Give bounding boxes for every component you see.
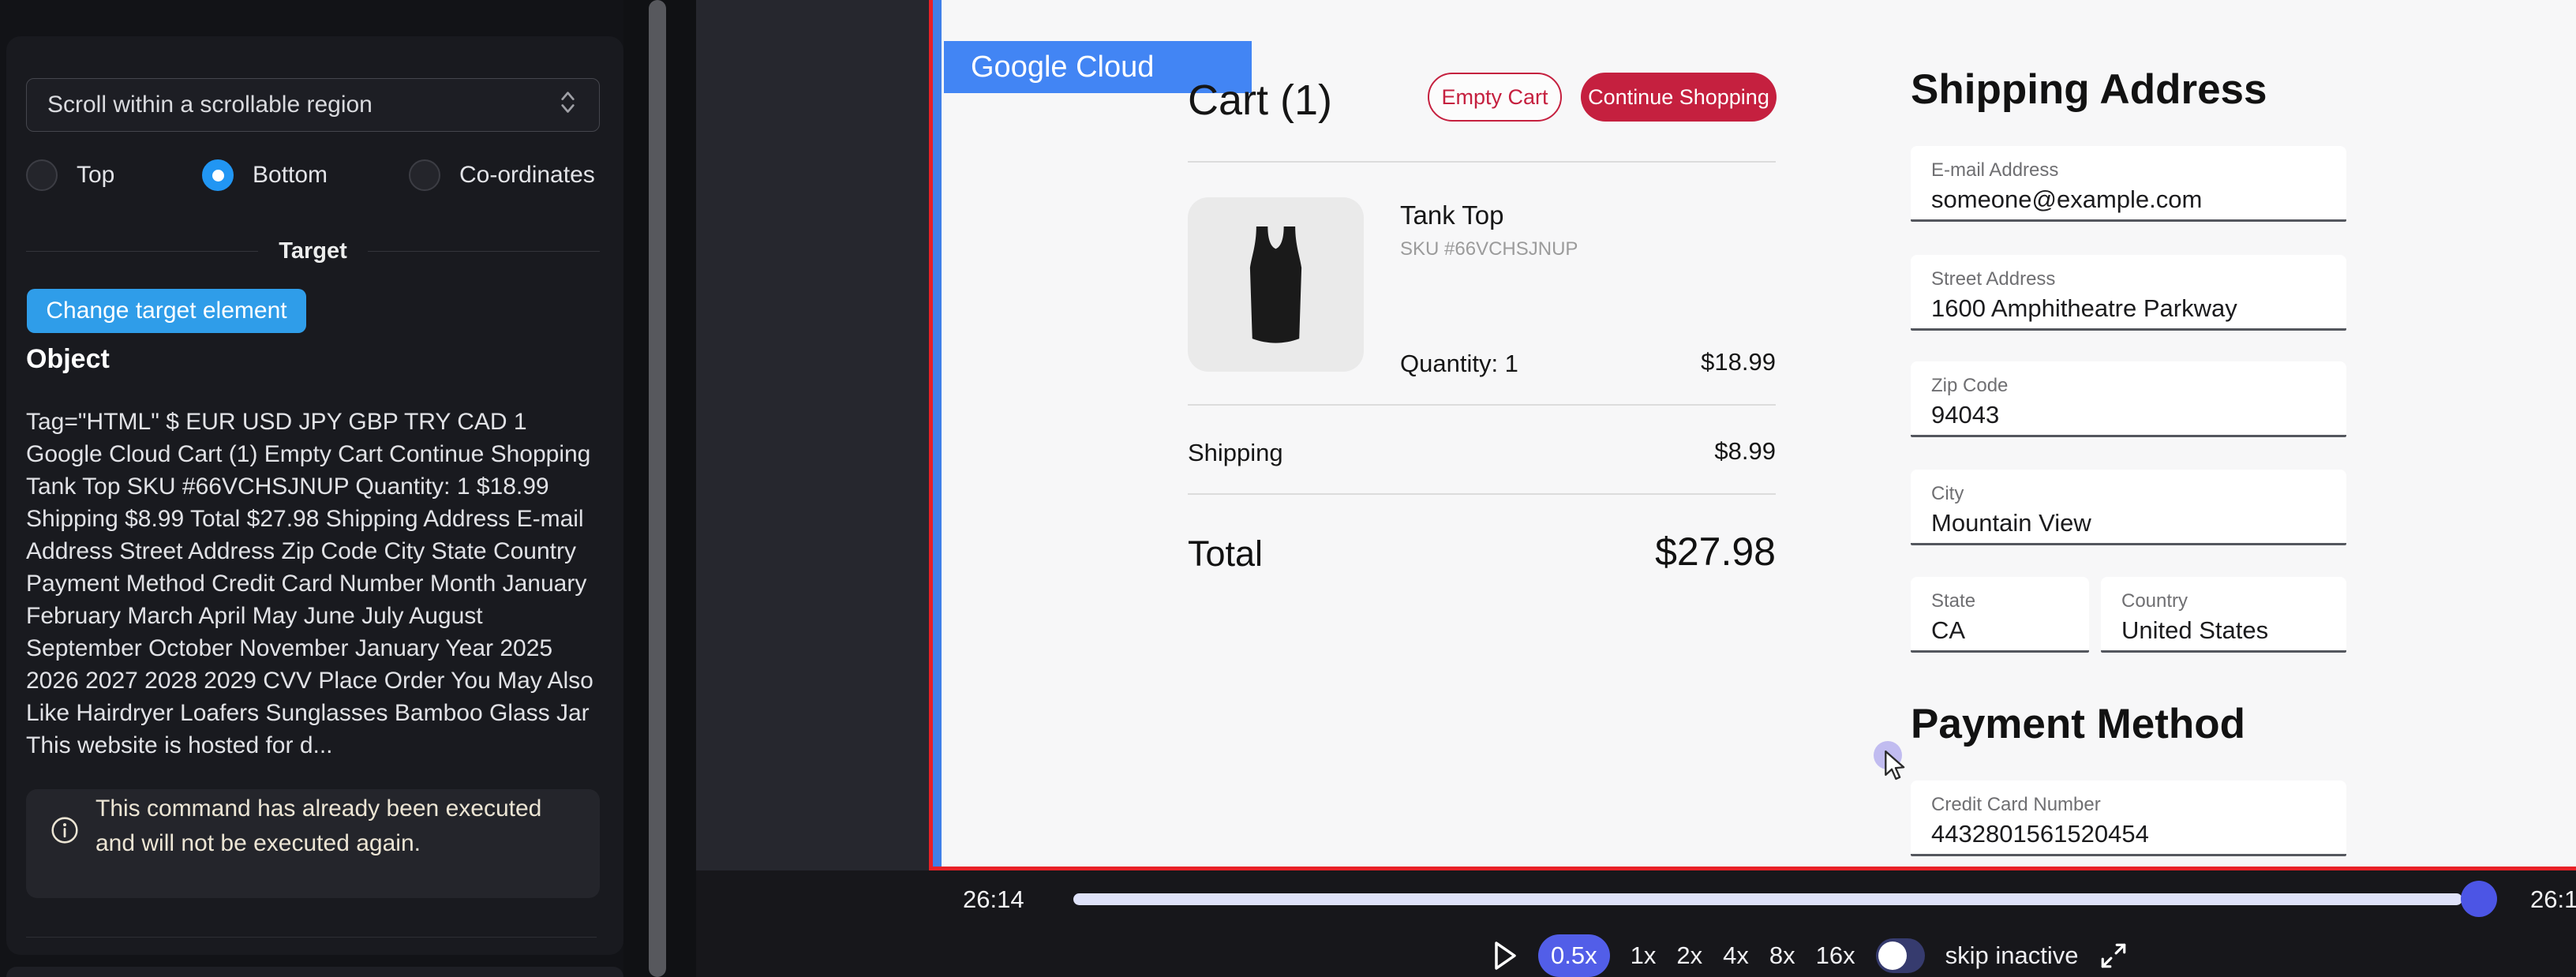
next-command-card[interactable] [6, 967, 623, 977]
state-field[interactable]: State CA [1911, 577, 2089, 653]
skip-inactive-label: skip inactive [1945, 941, 2079, 970]
state-field-label: State [1931, 590, 2089, 612]
product-sku: SKU #66VCHSJNUP [1400, 238, 1578, 260]
state-field-value: CA [1931, 616, 2089, 645]
divider [1188, 404, 1776, 406]
credit-card-field-label: Credit Card Number [1931, 794, 2346, 816]
radio-top-label: Top [77, 162, 114, 189]
product-image [1188, 197, 1364, 372]
speed-16x-button[interactable]: 16x [1816, 941, 1855, 970]
action-select[interactable]: Scroll within a scrollable region [26, 78, 600, 132]
sidebar-scrollbar-thumb[interactable] [649, 0, 666, 977]
payment-method-heading: Payment Method [1911, 700, 2245, 748]
product-price: $18.99 [1701, 348, 1776, 376]
credit-card-field[interactable]: Credit Card Number 4432801561520454 [1911, 780, 2346, 856]
tank-top-image [1219, 210, 1333, 360]
total-value: $27.98 [1655, 529, 1776, 575]
player-controls: 0.5x 1x 2x 4x 8x 16x skip inactive [1494, 934, 2129, 977]
product-quantity: Quantity: 1 [1400, 350, 1518, 378]
end-time: 26:1 [2530, 885, 2576, 914]
street-address-field-value: 1600 Amphitheatre Parkway [1931, 294, 2346, 323]
shipping-value: $8.99 [1714, 437, 1776, 466]
speed-4x-button[interactable]: 4x [1723, 941, 1749, 970]
zip-code-field-value: 94043 [1931, 401, 2346, 429]
zip-code-field-label: Zip Code [1931, 375, 2346, 397]
email-field-value: someone@example.com [1931, 185, 2346, 214]
sidebar-divider [26, 937, 597, 938]
info-message: This command has already been executed a… [95, 792, 577, 861]
cursor-icon [1883, 750, 1911, 783]
radio-coordinates-circle [409, 159, 440, 191]
select-chevron-icon [557, 88, 578, 122]
skip-inactive-toggle[interactable] [1876, 938, 1925, 973]
target-section-divider: Target [26, 238, 600, 264]
object-text: Tag="HTML" $ EUR USD JPY GBP TRY CAD 1 G… [26, 406, 602, 762]
current-time: 26:14 [963, 885, 1024, 914]
speed-0_5x-button[interactable]: 0.5x [1538, 934, 1610, 977]
info-icon [50, 815, 80, 845]
city-field[interactable]: City Mountain View [1911, 470, 2346, 545]
credit-card-field-value: 4432801561520454 [1931, 820, 2346, 848]
radio-top-circle [26, 159, 58, 191]
fullscreen-icon[interactable] [2099, 941, 2129, 971]
country-field-value: United States [2121, 616, 2346, 645]
country-field-label: Country [2121, 590, 2346, 612]
play-icon[interactable] [1494, 940, 1518, 971]
street-address-field-label: Street Address [1931, 268, 2346, 290]
app-root: Scroll within a scrollable region Top Bo… [0, 0, 2576, 977]
email-field-label: E-mail Address [1931, 159, 2346, 182]
product-name: Tank Top [1400, 200, 1503, 230]
street-address-field[interactable]: Street Address 1600 Amphitheatre Parkway [1911, 255, 2346, 331]
radio-bottom-circle [202, 159, 234, 191]
info-banner: This command has already been executed a… [26, 789, 600, 898]
radio-coordinates[interactable]: Co-ordinates [409, 159, 595, 191]
city-field-label: City [1931, 483, 2346, 505]
country-field[interactable]: Country United States [2101, 577, 2346, 653]
zip-code-field[interactable]: Zip Code 94043 [1911, 361, 2346, 437]
shipping-label: Shipping [1188, 439, 1283, 467]
change-target-button[interactable]: Change target element [27, 289, 306, 333]
action-select-value: Scroll within a scrollable region [47, 92, 373, 118]
divider [1188, 493, 1776, 495]
timeline-knob[interactable] [2461, 881, 2497, 917]
target-section-label: Target [279, 238, 346, 264]
speed-2x-button[interactable]: 2x [1676, 941, 1702, 970]
cart-title: Cart (1) [1188, 76, 1332, 125]
timeline-track[interactable] [1073, 893, 2462, 905]
radio-bottom-label: Bottom [253, 162, 328, 189]
divider [1188, 161, 1776, 163]
continue-shopping-button[interactable]: Continue Shopping [1581, 73, 1777, 122]
toggle-knob [1878, 941, 1907, 970]
speed-1x-button[interactable]: 1x [1631, 941, 1657, 970]
object-heading: Object [26, 344, 110, 375]
radio-top[interactable]: Top [26, 159, 114, 191]
speed-8x-button[interactable]: 8x [1769, 941, 1795, 970]
empty-cart-button[interactable]: Empty Cart [1428, 73, 1562, 122]
radio-bottom[interactable]: Bottom [202, 159, 328, 191]
email-field[interactable]: E-mail Address someone@example.com [1911, 146, 2346, 222]
total-label: Total [1188, 533, 1263, 575]
element-highlight-blue-left [933, 0, 942, 867]
city-field-value: Mountain View [1931, 509, 2346, 537]
shipping-address-heading: Shipping Address [1911, 66, 2267, 114]
radio-coordinates-label: Co-ordinates [459, 162, 595, 189]
